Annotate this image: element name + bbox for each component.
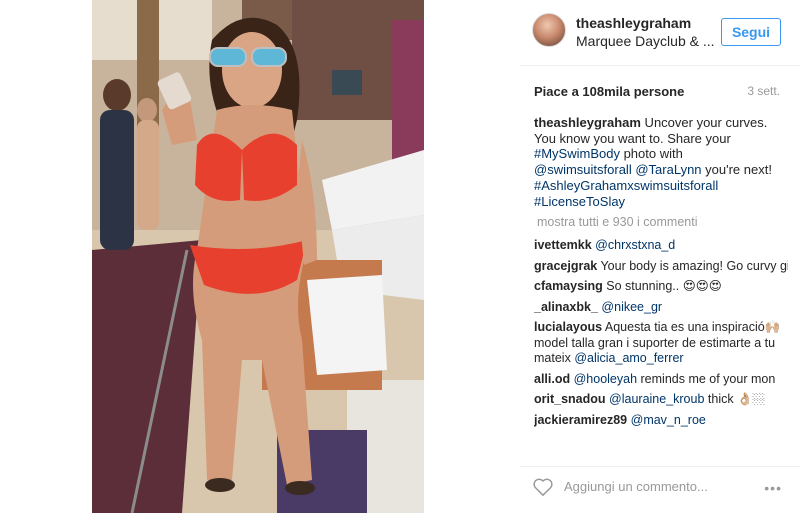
comment-mention-link[interactable]: @mav_n_roe	[631, 413, 706, 427]
comment-mention-link[interactable]: @alicia_amo_ferrer	[574, 351, 683, 365]
comment-username[interactable]: gracejgrak	[534, 259, 597, 273]
caption-tag-link[interactable]: #LicenseToSlay	[534, 194, 625, 209]
more-options-icon[interactable]: •••	[764, 480, 782, 496]
post-photo-illustration	[92, 0, 424, 513]
comment-username[interactable]: jackieramirez89	[534, 413, 627, 427]
comment-username[interactable]: cfamaysing	[534, 279, 603, 293]
heart-icon[interactable]	[532, 477, 554, 497]
likes-count[interactable]: Piace a 108mila persone	[534, 84, 684, 99]
comment-item: _alinaxbk_ @nikee_gr	[534, 300, 788, 316]
comment-input[interactable]	[564, 479, 734, 494]
author-username[interactable]: theashleygraham	[576, 15, 691, 31]
post-location[interactable]: Marquee Dayclub & ...	[576, 33, 715, 49]
caption-text-part: you're next!	[701, 162, 772, 178]
post-header: theashleygraham Marquee Dayclub & ... Se…	[520, 0, 800, 66]
comment-item: orit_snadou @lauraine_kroub thick 👌🏼🏼	[534, 392, 788, 408]
comment-mention-link[interactable]: @lauraine_kroub	[609, 392, 704, 406]
caption-tag-link[interactable]: @TaraLynn	[635, 162, 701, 177]
comment-item: jackieramirez89 @mav_n_roe	[534, 413, 788, 429]
comment-item: cfamaysing So stunning.. 😍😍😍	[534, 279, 788, 295]
comment-text: reminds me of your mon	[637, 371, 776, 386]
comment-item: alli.od @hooleyah reminds me of your mon	[534, 372, 788, 388]
post-photo[interactable]	[92, 0, 424, 513]
comments-list: ivettemkk @chrxstxna_d gracejgrak Your bo…	[534, 238, 788, 433]
comment-text: thick 👌🏼🏼	[704, 392, 766, 406]
post-footer: •••	[520, 466, 800, 513]
caption-username[interactable]: theashleygraham	[534, 115, 641, 130]
comment-username[interactable]: lucialayous	[534, 320, 602, 334]
caption-tag-link[interactable]: @swimsuitsforall	[534, 162, 632, 177]
comment-item: gracejgrak Your body is amazing! Go curv…	[534, 259, 788, 275]
comment-username[interactable]: orit_snadou	[534, 392, 606, 406]
caption-text-part: photo with	[619, 146, 683, 162]
comment-item: ivettemkk @chrxstxna_d	[534, 238, 788, 254]
comment-mention-link[interactable]: @nikee_gr	[601, 300, 662, 314]
follow-button[interactable]: Segui	[721, 18, 781, 46]
comment-item: lucialayous Aquesta tia es una inspiraci…	[534, 320, 788, 367]
comment-username[interactable]: alli.od	[534, 372, 570, 386]
comment-username[interactable]: ivettemkk	[534, 238, 592, 252]
post-caption: theashleygraham Uncover your curves. You…	[534, 115, 784, 209]
comment-mention-link[interactable]: @hooleyah	[574, 372, 637, 386]
comment-mention-link[interactable]: @chrxstxna_d	[595, 238, 675, 252]
caption-tag-link[interactable]: #AshleyGrahamxswimsuitsforall	[534, 178, 718, 193]
caption-tag-link[interactable]: #MySwimBody	[534, 146, 620, 161]
comment-username[interactable]: _alinaxbk_	[534, 300, 598, 314]
post-side-panel: theashleygraham Marquee Dayclub & ... Se…	[520, 0, 800, 513]
comment-text: So stunning.. 😍😍😍	[606, 279, 722, 293]
post-timestamp[interactable]: 3 sett.	[747, 84, 780, 98]
view-all-comments-link[interactable]: mostra tutti e 930 i commenti	[537, 215, 697, 229]
comment-text: Your body is amazing! Go curvy girls!!	[600, 258, 788, 273]
avatar[interactable]	[532, 13, 566, 47]
